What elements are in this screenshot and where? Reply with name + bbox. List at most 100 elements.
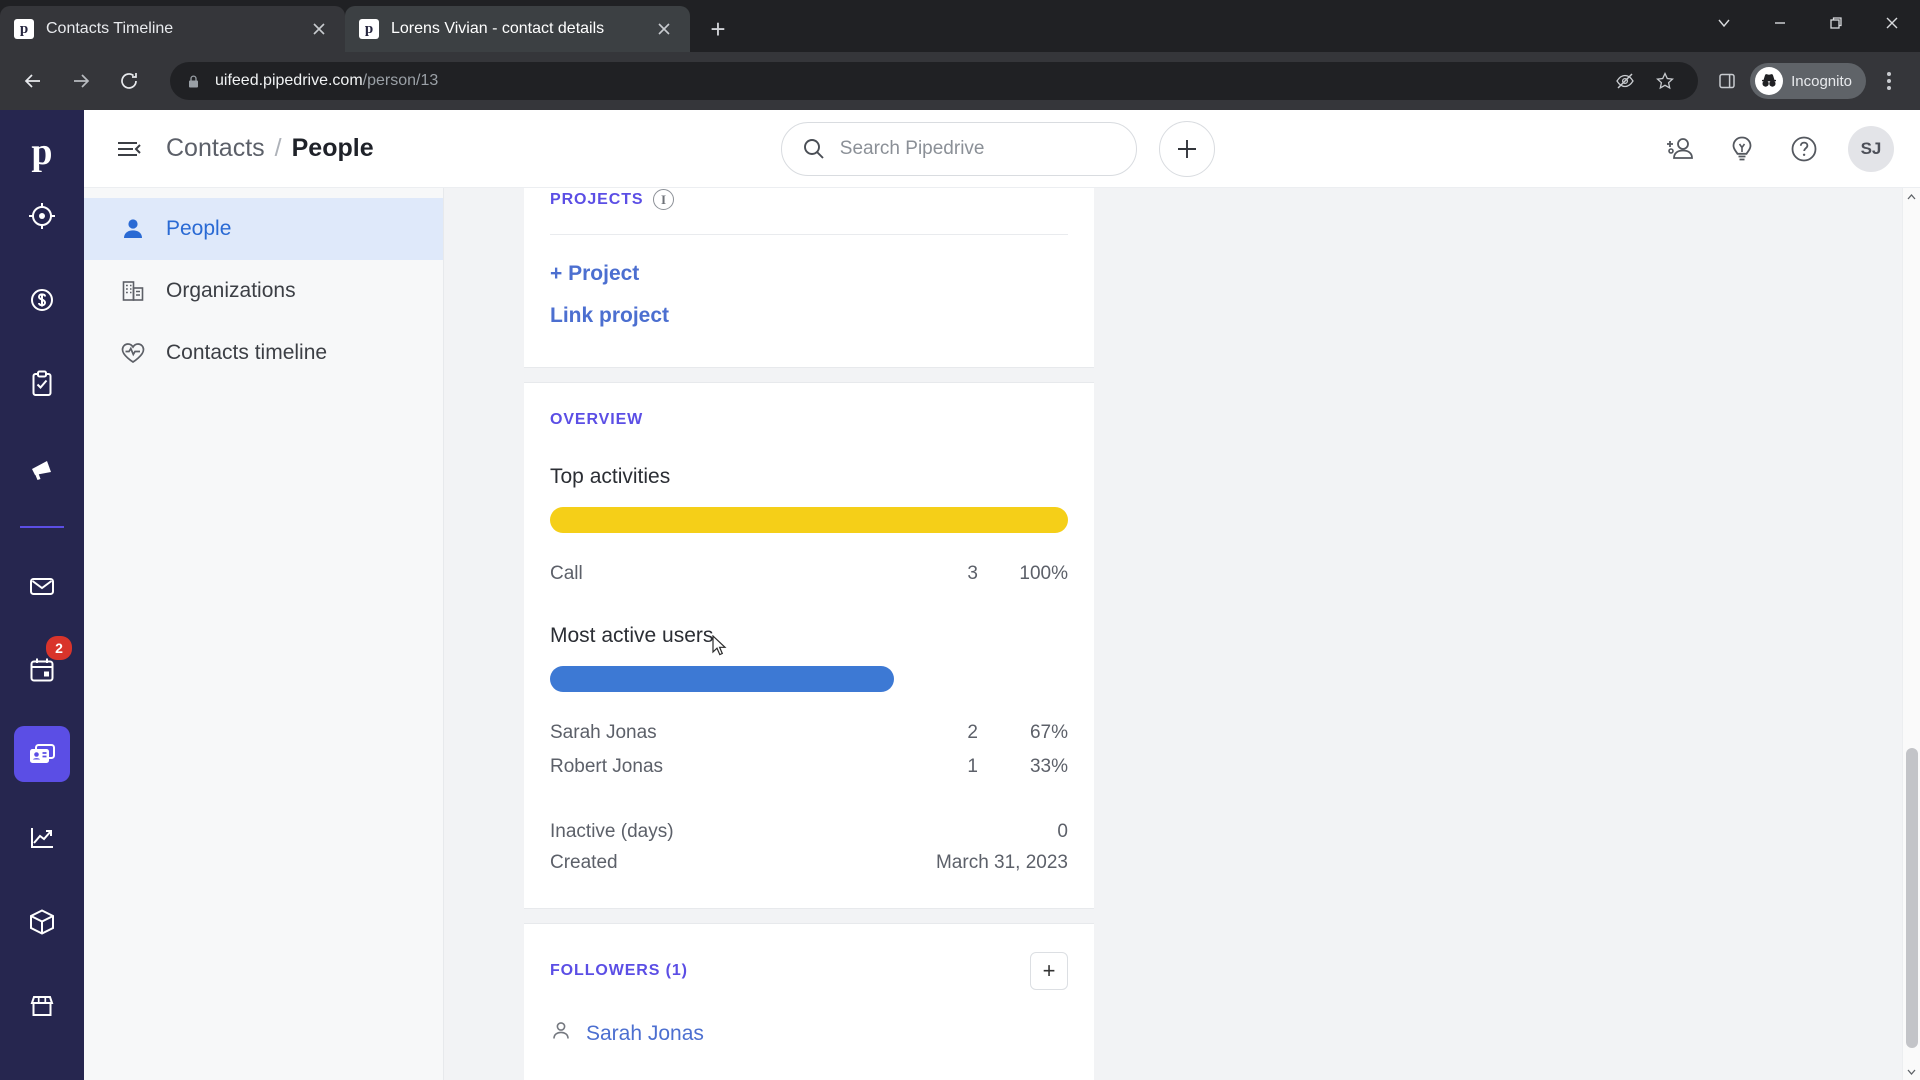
side-panel-icon[interactable] [1710, 64, 1744, 98]
rail-item-calendar[interactable]: 2 [14, 636, 72, 698]
stat-percent: 67% [1029, 722, 1068, 744]
browser-window: p Contacts Timeline p Lorens Vivian - co… [0, 0, 1920, 1080]
stat-row: Call 3 100% [550, 557, 1068, 590]
minimize-icon[interactable] [1752, 0, 1808, 46]
pipedrive-app: p 2 Contacts / People Search Pipedrive S… [0, 110, 1920, 1080]
add-follower-button[interactable]: + [1030, 952, 1068, 991]
stat-label: Sarah Jonas [550, 722, 657, 744]
forward-button[interactable] [62, 62, 100, 100]
chart-title: Top activities [550, 465, 671, 488]
follower-name[interactable]: Sarah Jonas [586, 1022, 704, 1046]
info-icon[interactable]: i [653, 189, 675, 210]
back-button[interactable] [14, 62, 52, 100]
rail-item-contacts[interactable] [14, 726, 70, 782]
contacts-card-icon [30, 744, 55, 763]
close-icon[interactable] [652, 17, 676, 41]
app-rail-sidebar: p 2 [0, 110, 84, 1080]
pipedrive-favicon-icon: p [359, 19, 379, 39]
chart-title: Most active users [550, 624, 714, 648]
followers-header: FOLLOWERS (1) + [550, 952, 1068, 991]
scroll-down-arrow-icon[interactable] [1903, 1062, 1920, 1080]
overview-card: OVERVIEW Top activities Call 3 100% Most… [524, 382, 1094, 910]
bar-track [550, 666, 1068, 693]
stat-row: Sarah Jonas 2 67% [550, 716, 1068, 749]
activities-clipboard-icon [32, 370, 52, 396]
tracking-protection-off-icon[interactable] [1608, 64, 1642, 98]
chevron-down-icon[interactable] [1696, 0, 1752, 46]
stat-count: 3 [967, 563, 978, 584]
close-icon[interactable] [307, 17, 331, 41]
rail-item-deals[interactable] [14, 272, 70, 328]
rail-divider [20, 526, 64, 528]
pipedrive-logo-icon[interactable]: p [16, 126, 68, 178]
bar-segment-sarah-jonas[interactable] [550, 666, 895, 693]
sidebar-item-label: Organizations [166, 279, 296, 302]
bar-track [550, 507, 1068, 533]
sidebar-item-organizations[interactable]: Organizations [84, 260, 443, 322]
sidebar-item-label: Contacts timeline [166, 341, 328, 364]
browser-tab-1[interactable]: p Contacts Timeline [0, 6, 345, 52]
scrollbar-thumb[interactable] [1906, 748, 1918, 1048]
scroll-up-arrow-icon[interactable] [1903, 188, 1920, 206]
breadcrumb: Contacts / People [166, 134, 374, 163]
meta-row-inactive: Inactive (days) 0 [550, 817, 1068, 847]
incognito-profile-pill[interactable]: Incognito [1750, 63, 1866, 99]
rail-item-products[interactable] [14, 894, 70, 950]
top-activities-chart: Top activities Call 3 100% [550, 465, 1068, 590]
url-text: uifeed.pipedrive.com/person/13 [215, 72, 438, 90]
rail-item-marketplace[interactable] [14, 978, 70, 1034]
invite-user-icon[interactable] [1662, 131, 1698, 167]
reload-button[interactable] [110, 62, 148, 100]
close-icon[interactable] [1864, 0, 1920, 46]
meta-value: March 31, 2023 [935, 851, 1068, 873]
pipedrive-favicon-icon: p [14, 19, 34, 39]
sidebar-item-people[interactable]: People [84, 198, 443, 260]
new-tab-button[interactable]: + [700, 11, 736, 47]
sidebar-item-contacts-timeline[interactable]: Contacts timeline [84, 322, 443, 384]
breadcrumb-current: People [291, 134, 374, 162]
stat-count: 2 [967, 722, 978, 744]
tips-lightbulb-icon[interactable] [1724, 131, 1760, 167]
restore-icon[interactable] [1808, 0, 1864, 46]
url-host: uifeed.pipedrive.com [215, 72, 363, 89]
help-icon[interactable] [1786, 131, 1822, 167]
browser-menu-icon[interactable] [1872, 64, 1906, 98]
rail-item-mail[interactable] [14, 558, 70, 614]
overview-title: OVERVIEW [550, 411, 644, 428]
calendar-badge: 2 [46, 636, 72, 660]
detail-content-scroll[interactable]: PROJECTS i + Project Link project OVERVI… [444, 188, 1920, 1080]
collapse-sidebar-icon[interactable] [110, 130, 148, 168]
meta-row-created: Created March 31, 2023 [550, 848, 1068, 878]
stat-label: Robert Jonas [550, 755, 664, 777]
window-controls [1696, 0, 1920, 46]
browser-tab-2[interactable]: p Lorens Vivian - contact details [345, 6, 690, 52]
quick-add-button[interactable] [1158, 120, 1215, 177]
bookmark-star-icon[interactable] [1648, 64, 1682, 98]
bar-segment-call[interactable] [550, 507, 1068, 533]
breadcrumb-separator: / [274, 134, 282, 162]
insights-chart-icon [31, 828, 53, 848]
main-column: Contacts / People Search Pipedrive SJ Pe… [84, 110, 1920, 1080]
leads-target-icon [29, 203, 55, 229]
add-project-link[interactable]: + Project [550, 253, 1068, 295]
url-path: /person/13 [362, 72, 439, 89]
search-input[interactable]: Search Pipedrive [780, 121, 1137, 176]
divider [550, 234, 1068, 235]
content-scrollbar[interactable] [1902, 188, 1920, 1080]
calendar-icon [30, 658, 54, 682]
search-area: Search Pipedrive [780, 120, 1215, 177]
tab-title: Lorens Vivian - contact details [391, 20, 605, 37]
address-bar[interactable]: uifeed.pipedrive.com/person/13 [170, 62, 1699, 100]
mail-envelope-icon [30, 578, 54, 595]
rail-item-campaigns[interactable] [14, 440, 70, 496]
follower-list-item[interactable]: Sarah Jonas [550, 1020, 1068, 1047]
stat-percent: 33% [1029, 755, 1068, 777]
search-icon [802, 137, 826, 161]
breadcrumb-parent[interactable]: Contacts [166, 134, 265, 163]
rail-item-activities[interactable] [14, 356, 70, 412]
avatar[interactable]: SJ [1847, 125, 1894, 172]
search-placeholder-text: Search Pipedrive [839, 137, 985, 159]
link-project-link[interactable]: Link project [550, 295, 1068, 337]
rail-item-insights[interactable] [14, 810, 70, 866]
rail-item-leads[interactable] [14, 188, 70, 244]
